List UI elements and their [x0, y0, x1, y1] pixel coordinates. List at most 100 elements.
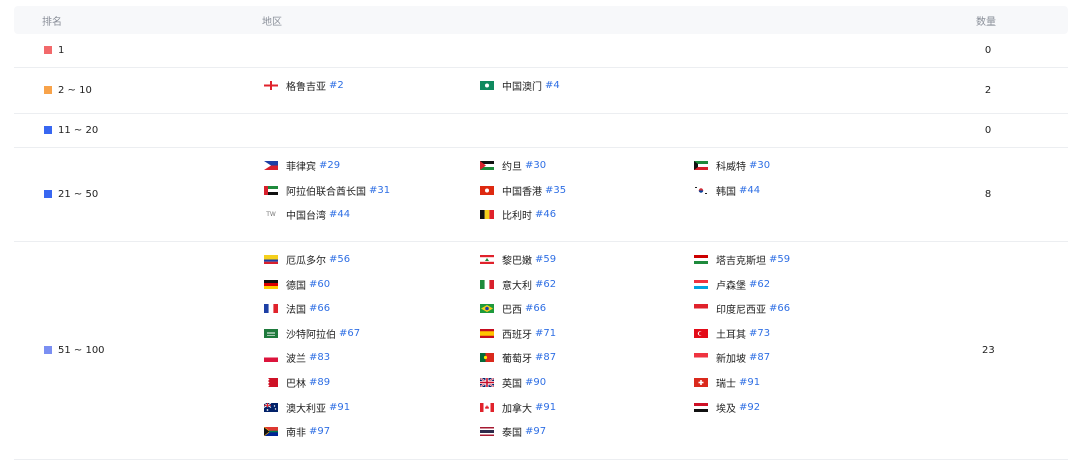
region-rank-link[interactable]: #92: [739, 402, 760, 413]
region-name: 土耳其: [716, 329, 746, 341]
region-item[interactable]: 巴西 #66: [480, 301, 546, 316]
region-rank-link[interactable]: #59: [535, 254, 556, 265]
region-name: 巴林: [286, 379, 306, 390]
region-rank-link[interactable]: #66: [525, 303, 546, 314]
region-item[interactable]: 约旦 #30: [480, 158, 546, 173]
region-rank-link[interactable]: #44: [329, 209, 350, 220]
korea-flag-icon: [694, 185, 708, 195]
region-item[interactable]: 厄瓜多尔 #56: [264, 252, 350, 267]
region-item[interactable]: 沙特阿拉伯 #67: [264, 326, 360, 341]
region-rank-link[interactable]: #91: [535, 402, 556, 413]
region-name: 巴西: [502, 305, 522, 317]
region-rank-link[interactable]: #87: [749, 352, 770, 363]
region-rank-link[interactable]: #91: [739, 377, 760, 388]
ecuador-flag-icon: [264, 255, 278, 264]
tier-color-marker: [44, 46, 52, 54]
region-item[interactable]: TW 中国台湾 #44: [264, 207, 350, 222]
region-rank-link[interactable]: #91: [329, 402, 350, 413]
region-item[interactable]: 加拿大 #91: [480, 400, 556, 415]
region-rank-link[interactable]: #87: [535, 352, 556, 363]
region-item[interactable]: 菲律宾 #29: [264, 158, 340, 173]
region-rank-link[interactable]: #35: [545, 185, 566, 196]
region-rank-link[interactable]: #2: [329, 80, 344, 91]
region-rank-link[interactable]: #29: [319, 160, 340, 171]
region-rank-link[interactable]: #90: [525, 377, 546, 388]
region-rank-link[interactable]: #66: [769, 303, 790, 314]
region-rank-link[interactable]: #4: [545, 80, 560, 91]
region-rank-link[interactable]: #83: [309, 352, 330, 363]
region-item[interactable]: 南非 #97: [264, 424, 330, 439]
region-rank-link[interactable]: #71: [535, 328, 556, 339]
region-rank-link[interactable]: #46: [535, 209, 556, 220]
spain-flag-icon: [480, 328, 494, 338]
region-rank-link[interactable]: #89: [309, 377, 330, 388]
region-column-header: 地区: [262, 17, 282, 28]
region-item[interactable]: 埃及 #92: [694, 400, 760, 415]
region-item[interactable]: 韩国 #44: [694, 183, 760, 198]
tier-color-marker: [44, 86, 52, 94]
region-name: 菲律宾: [286, 162, 316, 173]
georgia-flag-icon: [264, 81, 278, 90]
region-item[interactable]: 泰国 #97: [480, 424, 546, 439]
philippines-flag-icon: [264, 161, 278, 170]
rank-cell: 21 ~ 50: [44, 189, 98, 200]
region-rank-link[interactable]: #60: [309, 279, 330, 290]
region-item[interactable]: 中国香港 #35: [480, 183, 566, 198]
region-rank-link[interactable]: #30: [525, 160, 546, 171]
australia-flag-icon: [264, 402, 278, 412]
region-item[interactable]: 阿拉伯联合酋长国 #31: [264, 183, 390, 198]
region-item[interactable]: 科威特 #30: [694, 158, 770, 173]
region-name: 韩国: [716, 186, 736, 198]
region-rank-link[interactable]: #62: [535, 279, 556, 290]
region-item[interactable]: 瑞士 #91: [694, 375, 760, 390]
region-rank-link[interactable]: #97: [525, 426, 546, 437]
poland-flag-icon: [264, 353, 278, 363]
region-item[interactable]: 中国澳门 #4: [480, 78, 560, 93]
region-item[interactable]: 西班牙 #71: [480, 326, 556, 341]
region-item[interactable]: 黎巴嫩 #59: [480, 252, 556, 267]
region-name: 法国: [286, 305, 306, 317]
region-rank-link[interactable]: #31: [369, 185, 390, 196]
region-rank-link[interactable]: #97: [309, 426, 330, 437]
lebanon-flag-icon: [480, 255, 494, 264]
saudi-flag-icon: [264, 328, 278, 338]
region-rank-link[interactable]: #62: [749, 279, 770, 290]
region-item[interactable]: 塔吉克斯坦 #59: [694, 252, 790, 267]
region-name: 比利时: [502, 211, 532, 223]
region-item[interactable]: 比利时 #46: [480, 207, 556, 222]
indonesia-flag-icon: [694, 304, 708, 314]
region-rank-link[interactable]: #44: [739, 185, 760, 196]
tier-color-marker: [44, 190, 52, 198]
region-item[interactable]: 印度尼西亚 #66: [694, 301, 790, 316]
region-rank-link[interactable]: #73: [749, 328, 770, 339]
tier-color-marker: [44, 126, 52, 134]
region-item[interactable]: 波兰 #83: [264, 350, 330, 365]
region-name: 科威特: [716, 162, 746, 173]
count-cell: 0: [984, 44, 992, 56]
region-item[interactable]: 巴林 #89: [264, 375, 330, 390]
region-name: 中国澳门: [502, 82, 542, 93]
region-item[interactable]: 卢森堡 #62: [694, 277, 770, 292]
region-name: 黎巴嫩: [502, 256, 532, 267]
region-item[interactable]: 法国 #66: [264, 301, 330, 316]
region-item[interactable]: 德国 #60: [264, 277, 330, 292]
region-rank-link[interactable]: #30: [749, 160, 770, 171]
region-item[interactable]: 意大利 #62: [480, 277, 556, 292]
region-item[interactable]: 澳大利亚 #91: [264, 400, 350, 415]
region-name: 格鲁吉亚: [286, 82, 326, 93]
luxembourg-flag-icon: [694, 279, 708, 289]
region-rank-link[interactable]: #67: [339, 328, 360, 339]
southafrica-flag-icon: [264, 427, 278, 437]
region-item[interactable]: 新加坡 #87: [694, 350, 770, 365]
bahrain-flag-icon: [264, 378, 278, 387]
region-rank-link[interactable]: #56: [329, 254, 350, 265]
switzerland-flag-icon: [694, 378, 708, 387]
region-rank-link[interactable]: #66: [309, 303, 330, 314]
italy-flag-icon: [480, 279, 494, 289]
region-name: 塔吉克斯坦: [716, 256, 766, 267]
region-rank-link[interactable]: #59: [769, 254, 790, 265]
region-item[interactable]: 英国 #90: [480, 375, 546, 390]
region-item[interactable]: 格鲁吉亚 #2: [264, 78, 344, 93]
region-item[interactable]: 葡萄牙 #87: [480, 350, 556, 365]
region-item[interactable]: 土耳其 #73: [694, 326, 770, 341]
